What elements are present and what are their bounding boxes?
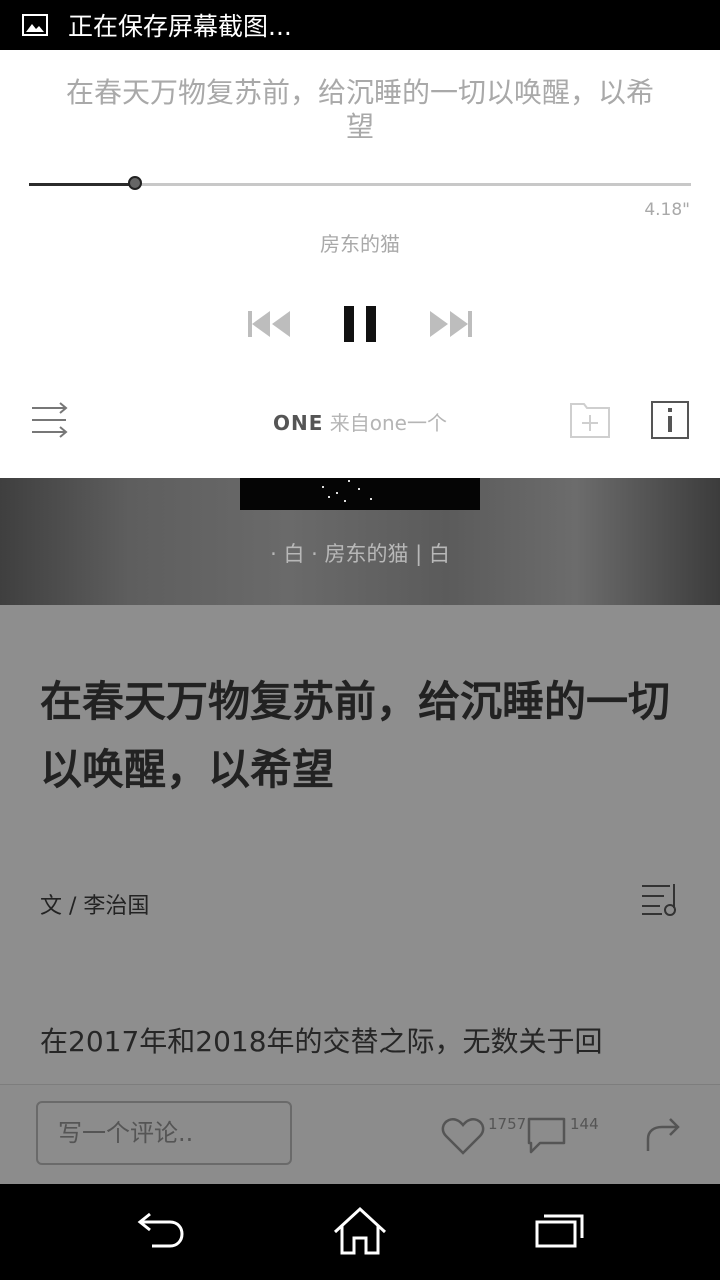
music-player-panel: 在春天万物复苏前，给沉睡的一切以唤醒，以希望 4.18" 房东的猫 ONE 来自… bbox=[0, 50, 720, 478]
progress-bar[interactable] bbox=[29, 176, 691, 190]
progress-thumb[interactable] bbox=[127, 176, 142, 190]
comment-bar: 写一个评论.. 1757 144 bbox=[0, 1084, 720, 1185]
like-count: 1757 bbox=[488, 1115, 527, 1133]
navigation-bar bbox=[0, 1184, 720, 1280]
music-list-icon[interactable] bbox=[640, 882, 680, 918]
pause-icon[interactable] bbox=[340, 304, 380, 344]
article-body: 在2017年和2018年的交替之际，无数关于回想……年终总结在朋友圈里刷屏，北京… bbox=[40, 1025, 603, 1058]
song-title: 在春天万物复苏前，给沉睡的一切以唤醒，以希望 bbox=[65, 76, 654, 143]
artist-name: 房东的猫 bbox=[320, 232, 400, 256]
share-icon[interactable] bbox=[644, 1115, 684, 1155]
comment-icon[interactable] bbox=[526, 1115, 568, 1157]
comment-count: 144 bbox=[570, 1115, 599, 1133]
home-icon[interactable] bbox=[332, 1206, 388, 1256]
next-icon[interactable] bbox=[426, 308, 474, 340]
source-brand: ONE bbox=[273, 411, 324, 435]
heart-icon[interactable] bbox=[440, 1115, 486, 1157]
source-label: ONE 来自one一个 bbox=[0, 407, 720, 436]
article-author: 文 / 李治国 bbox=[40, 894, 150, 919]
back-icon[interactable] bbox=[134, 1210, 186, 1250]
info-icon[interactable] bbox=[650, 400, 690, 440]
hero-caption: · 白 · 房东的猫 | 白 bbox=[270, 542, 450, 566]
comment-input[interactable]: 写一个评论.. bbox=[36, 1101, 292, 1165]
source-text: 来自one一个 bbox=[329, 411, 447, 435]
recent-apps-icon[interactable] bbox=[534, 1210, 586, 1250]
track-duration: 4.18" bbox=[644, 200, 690, 220]
progress-fill bbox=[29, 183, 135, 186]
add-to-folder-icon[interactable] bbox=[568, 400, 612, 440]
image-icon bbox=[22, 14, 48, 36]
article-title: 在春天万物复苏前，给沉睡的一切以唤醒，以希望 bbox=[40, 677, 671, 794]
status-bar: 正在保存屏幕截图... bbox=[0, 0, 720, 50]
previous-icon[interactable] bbox=[246, 308, 294, 340]
status-text: 正在保存屏幕截图... bbox=[68, 12, 292, 41]
